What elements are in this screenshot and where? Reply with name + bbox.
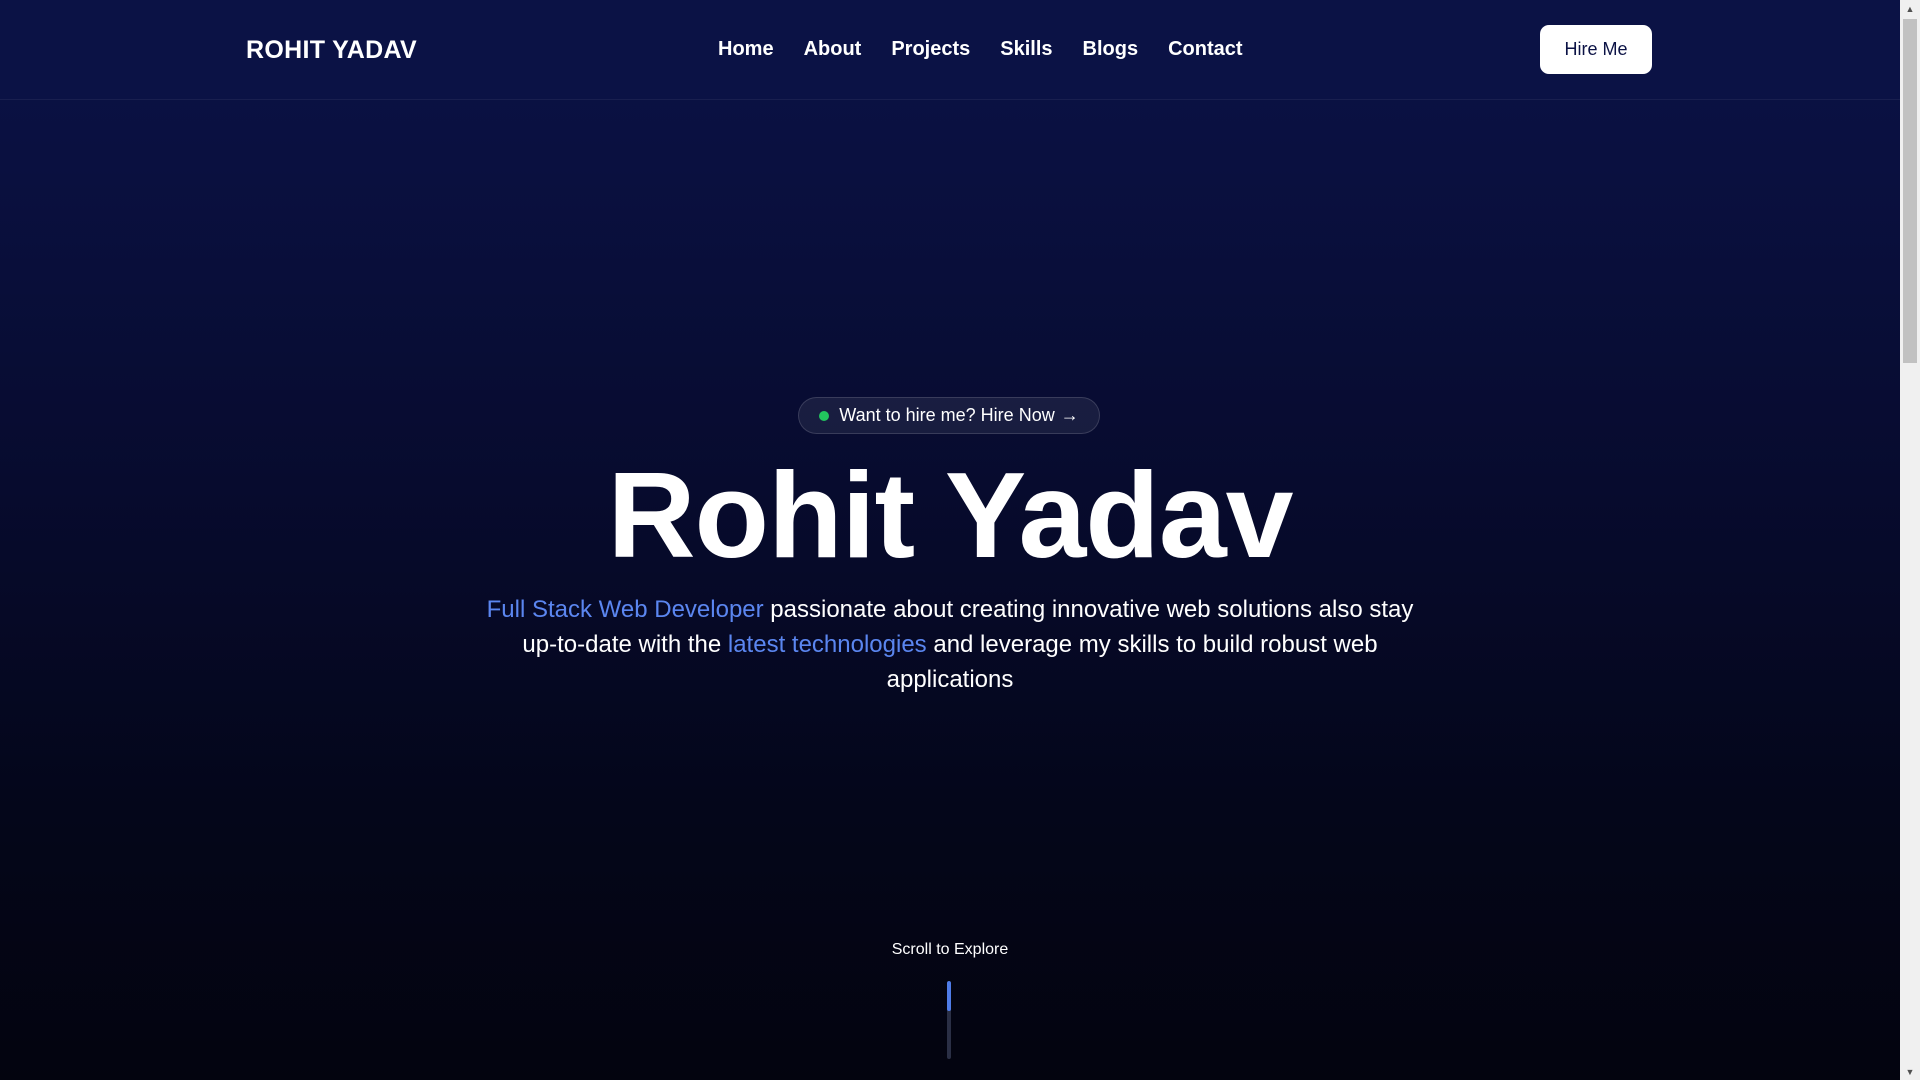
nav-link-blogs[interactable]: Blogs [1083, 38, 1139, 61]
role-highlight: Full Stack Web Developer [486, 596, 764, 623]
description-text-2: and leverage my skills to build robust w… [886, 631, 1378, 693]
hire-me-button[interactable]: Hire Me [1540, 25, 1652, 74]
nav-links: Home About Projects Skills Blogs Contact [718, 38, 1273, 61]
browser-scrollbar[interactable]: ▲ ▼ [1900, 0, 1920, 1080]
scroll-progress-track [947, 981, 951, 1059]
hero-description: Full Stack Web Developer passionate abou… [470, 592, 1430, 697]
scroll-up-arrow-icon[interactable]: ▲ [1900, 0, 1920, 17]
hire-now-pill[interactable]: Want to hire me? Hire Now → [798, 397, 1100, 434]
status-dot-icon [819, 410, 830, 421]
hire-now-pill-text: Want to hire me? Hire Now [839, 405, 1055, 425]
tech-highlight: latest technologies [727, 631, 927, 658]
scroll-to-explore-label: Scroll to Explore [891, 941, 1009, 958]
brand-logo[interactable]: ROHIT YADAV [246, 36, 417, 65]
nav-link-about[interactable]: About [804, 38, 862, 61]
arrow-right-icon: → [1060, 405, 1079, 425]
hero-title: Rohit Yadav [607, 447, 1293, 583]
navbar: ROHIT YADAV Home About Projects Skills B… [0, 0, 1900, 100]
scroll-progress-fill [947, 981, 951, 1011]
scrollbar-thumb[interactable] [1903, 19, 1917, 363]
nav-link-home[interactable]: Home [718, 38, 774, 61]
scroll-down-arrow-icon[interactable]: ▼ [1900, 1063, 1920, 1080]
portfolio-page: ROHIT YADAV Home About Projects Skills B… [0, 0, 1900, 1080]
nav-link-projects[interactable]: Projects [891, 38, 970, 61]
nav-link-contact[interactable]: Contact [1168, 38, 1242, 61]
nav-link-skills[interactable]: Skills [1000, 38, 1052, 61]
